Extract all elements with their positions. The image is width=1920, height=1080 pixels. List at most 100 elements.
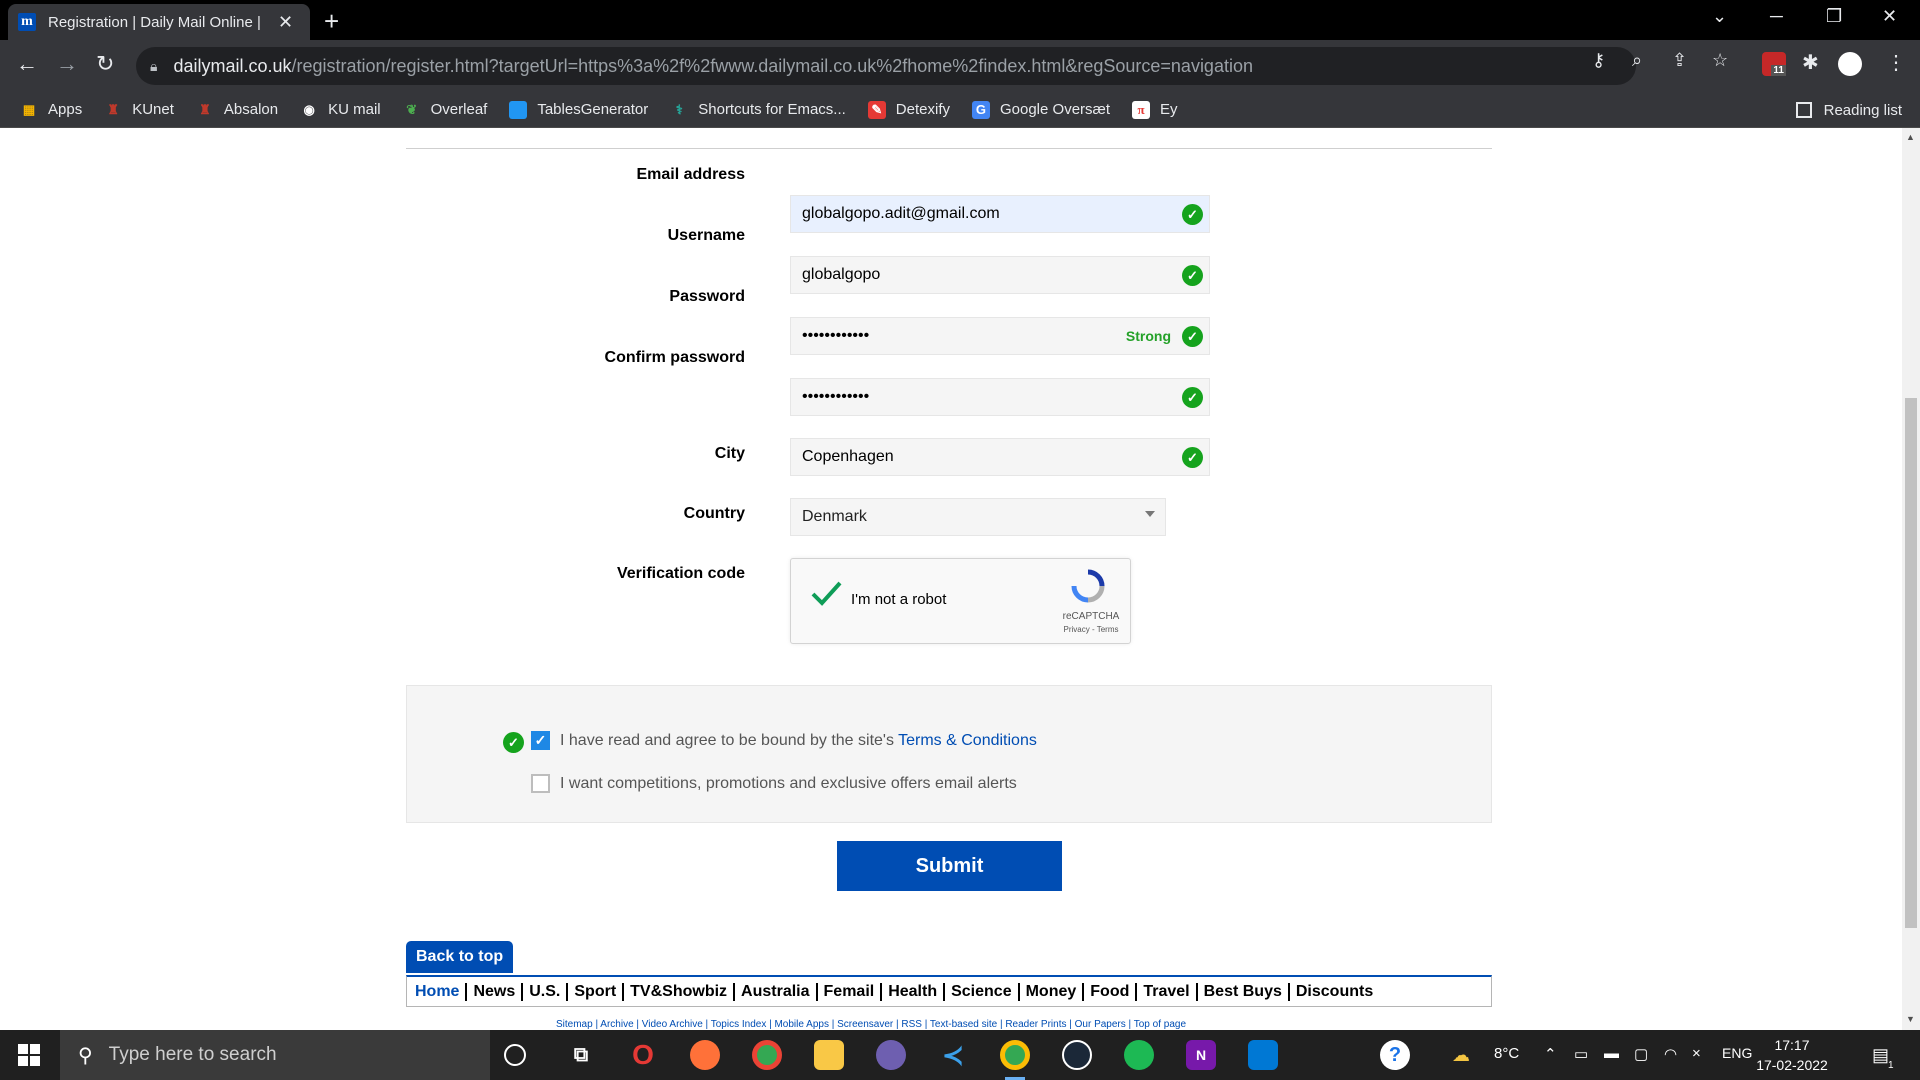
share-icon[interactable]: ⇪ — [1672, 50, 1687, 71]
footer-nav-discounts[interactable]: Discounts — [1290, 983, 1379, 1001]
password-field[interactable]: •••••••••••• Strong ✓ — [790, 317, 1210, 355]
recaptcha-widget[interactable]: I'm not a robot reCAPTCHA Privacy - Term… — [790, 558, 1131, 644]
bookmark-tablesgenerator[interactable]: TablesGenerator — [509, 100, 648, 119]
footer-nav-femail[interactable]: Femail — [818, 982, 883, 1001]
footer-nav-science[interactable]: Science — [945, 982, 1020, 1001]
footer-nav-home[interactable]: Home — [415, 982, 468, 1001]
vscode-icon[interactable]: ≺ — [938, 1040, 968, 1070]
weather-icon[interactable]: ☁ — [1452, 1045, 1470, 1066]
scroll-down-icon[interactable]: ▼ — [1906, 1014, 1915, 1024]
footer-nav-travel[interactable]: Travel — [1137, 982, 1198, 1001]
wifi-icon[interactable]: ◠ — [1664, 1045, 1677, 1063]
weather-temp[interactable]: 8°C — [1494, 1045, 1519, 1062]
extensions-puzzle-icon[interactable]: ✱ — [1802, 50, 1819, 75]
country-select[interactable]: Denmark — [790, 498, 1166, 536]
battery-icon[interactable]: ▬ — [1604, 1045, 1619, 1062]
help-icon[interactable]: ? — [1380, 1040, 1410, 1070]
file-explorer-icon[interactable] — [814, 1040, 844, 1070]
footer-links[interactable]: Sitemap | Archive | Video Archive | Topi… — [556, 1019, 1186, 1030]
cortana-icon[interactable] — [504, 1044, 526, 1066]
task-view-icon[interactable]: ⧉ — [566, 1040, 596, 1070]
zoom-icon[interactable]: ⌕ — [1632, 50, 1642, 71]
password-strength-label: Strong — [1125, 328, 1171, 344]
bookmark-apps[interactable]: ▦ Apps — [20, 101, 82, 119]
address-bar[interactable]: 🔒︎ dailymail.co.uk/registration/register… — [136, 47, 1636, 85]
ublock-extension-icon[interactable]: 11 — [1762, 52, 1786, 76]
bookmark-star-icon[interactable]: ☆ — [1712, 50, 1728, 71]
submit-button[interactable]: Submit — [837, 841, 1062, 891]
tab-registration[interactable]: m Registration | Daily Mail Online | ✕ — [8, 4, 310, 40]
bookmark-emacs-shortcuts[interactable]: ⚕ Shortcuts for Emacs... — [670, 101, 846, 119]
footer-nav-tvshowbiz[interactable]: TV&Showbiz — [624, 982, 736, 1001]
terms-checkbox[interactable]: ✓ — [531, 731, 550, 750]
bookmark-absalon[interactable]: ♜ Absalon — [196, 101, 278, 119]
back-to-top-button[interactable]: Back to top — [406, 941, 514, 973]
footer-nav-news[interactable]: News — [467, 982, 524, 1001]
opera-icon[interactable]: O — [628, 1039, 658, 1070]
new-tab-icon[interactable]: + — [324, 6, 339, 37]
page-scrollbar[interactable]: ▲ ▼ — [1902, 128, 1920, 1030]
footer-nav-sport[interactable]: Sport — [568, 982, 625, 1001]
recaptcha-privacy-terms[interactable]: Privacy - Terms — [1056, 625, 1126, 634]
tab-search-chevron-icon[interactable]: ⌄ — [1712, 6, 1727, 27]
bookmarks-bar: ▦ Apps ♜ KUnet ♜ Absalon ◉ KU mail ❦ Overleaf… — [0, 92, 1920, 128]
terms-conditions-link[interactable]: Terms & Conditions — [898, 732, 1037, 749]
restore-icon[interactable]: ❐ — [1826, 6, 1842, 27]
key-icon[interactable]: ⚷ — [1592, 50, 1605, 71]
footer-nav-us[interactable]: U.S. — [523, 982, 569, 1001]
scroll-up-icon[interactable]: ▲ — [1906, 132, 1915, 142]
extension-badge: 11 — [1771, 65, 1786, 76]
reading-list-button[interactable]: Reading list — [1795, 92, 1902, 128]
city-field[interactable]: Copenhagen ✓ — [790, 438, 1210, 476]
back-arrow-icon[interactable]: ← — [16, 51, 38, 77]
onenote-icon[interactable]: N — [1186, 1040, 1216, 1070]
clock-date: 17-02-2022 — [1756, 1057, 1828, 1073]
offers-checkbox[interactable] — [531, 774, 550, 793]
scrollbar-thumb[interactable] — [1905, 398, 1917, 928]
spotify-icon[interactable] — [1124, 1040, 1154, 1070]
lock-icon[interactable]: 🔒︎ — [150, 58, 157, 75]
confirm-password-field[interactable]: •••••••••••• ✓ — [790, 378, 1210, 416]
language-indicator[interactable]: ENG — [1722, 1045, 1752, 1061]
taskbar-search-box[interactable]: ⚲ Type here to search — [60, 1030, 490, 1080]
footer-nav-food[interactable]: Food — [1084, 982, 1138, 1001]
reload-icon[interactable]: ↻ — [96, 51, 114, 77]
eclipse-icon[interactable] — [876, 1040, 906, 1070]
profile-avatar[interactable] — [1838, 52, 1862, 76]
chrome-active-icon[interactable] — [1000, 1040, 1030, 1070]
valid-check-icon: ✓ — [1182, 326, 1203, 347]
system-clock[interactable]: 17:17 17-02-2022 — [1752, 1035, 1832, 1075]
firefox-icon[interactable] — [690, 1040, 720, 1070]
meet-icon[interactable]: ▭ — [1574, 1045, 1588, 1063]
country-label: Country — [683, 505, 745, 522]
photos-icon[interactable] — [1248, 1040, 1278, 1070]
minimize-icon[interactable]: ─ — [1770, 6, 1783, 27]
footer-nav-money[interactable]: Money — [1020, 982, 1085, 1001]
recaptcha-checkmark-icon[interactable] — [809, 577, 843, 611]
bookmark-ey[interactable]: π Ey — [1132, 100, 1178, 119]
footer-nav-health[interactable]: Health — [882, 982, 946, 1001]
bookmark-overleaf[interactable]: ❦ Overleaf — [403, 101, 487, 119]
close-window-icon[interactable]: ✕ — [1882, 6, 1897, 27]
footer-nav-australia[interactable]: Australia — [735, 982, 818, 1001]
notifications-icon[interactable]: ▤ — [1872, 1045, 1889, 1066]
bookmark-detexify[interactable]: ✎ Detexify — [867, 100, 950, 119]
bookmark-ku-mail[interactable]: ◉ KU mail — [300, 101, 380, 119]
chrome-icon[interactable] — [752, 1040, 782, 1070]
username-field[interactable]: globalgopo ✓ — [790, 256, 1210, 294]
display-icon[interactable]: ▢ — [1634, 1045, 1648, 1063]
footer-nav-best-buys[interactable]: Best Buys — [1198, 982, 1290, 1001]
confirm-password-label: Confirm password — [604, 349, 745, 366]
bookmark-kunet[interactable]: ♜ KUnet — [104, 101, 174, 119]
email-field[interactable]: globalgopo.adit@gmail.com ✓ — [790, 195, 1210, 233]
steam-icon[interactable] — [1062, 1040, 1092, 1070]
chrome-menu-icon[interactable]: ⋮ — [1886, 50, 1906, 75]
tab-close-icon[interactable]: ✕ — [278, 12, 293, 33]
tray-chevron-icon[interactable]: ⌃ — [1544, 1045, 1557, 1063]
windows-taskbar: ⚲ Type here to search ⧉ O ≺ N ? ☁ 8°C ⌃ … — [0, 1030, 1920, 1080]
volume-muted-icon[interactable]: × — [1692, 1045, 1701, 1062]
bookmark-google-translate[interactable]: G Google Oversæt — [971, 100, 1110, 119]
forward-arrow-icon[interactable]: → — [56, 51, 78, 77]
windows-start-icon[interactable] — [18, 1044, 40, 1066]
emacs-icon: ⚕ — [675, 101, 683, 117]
